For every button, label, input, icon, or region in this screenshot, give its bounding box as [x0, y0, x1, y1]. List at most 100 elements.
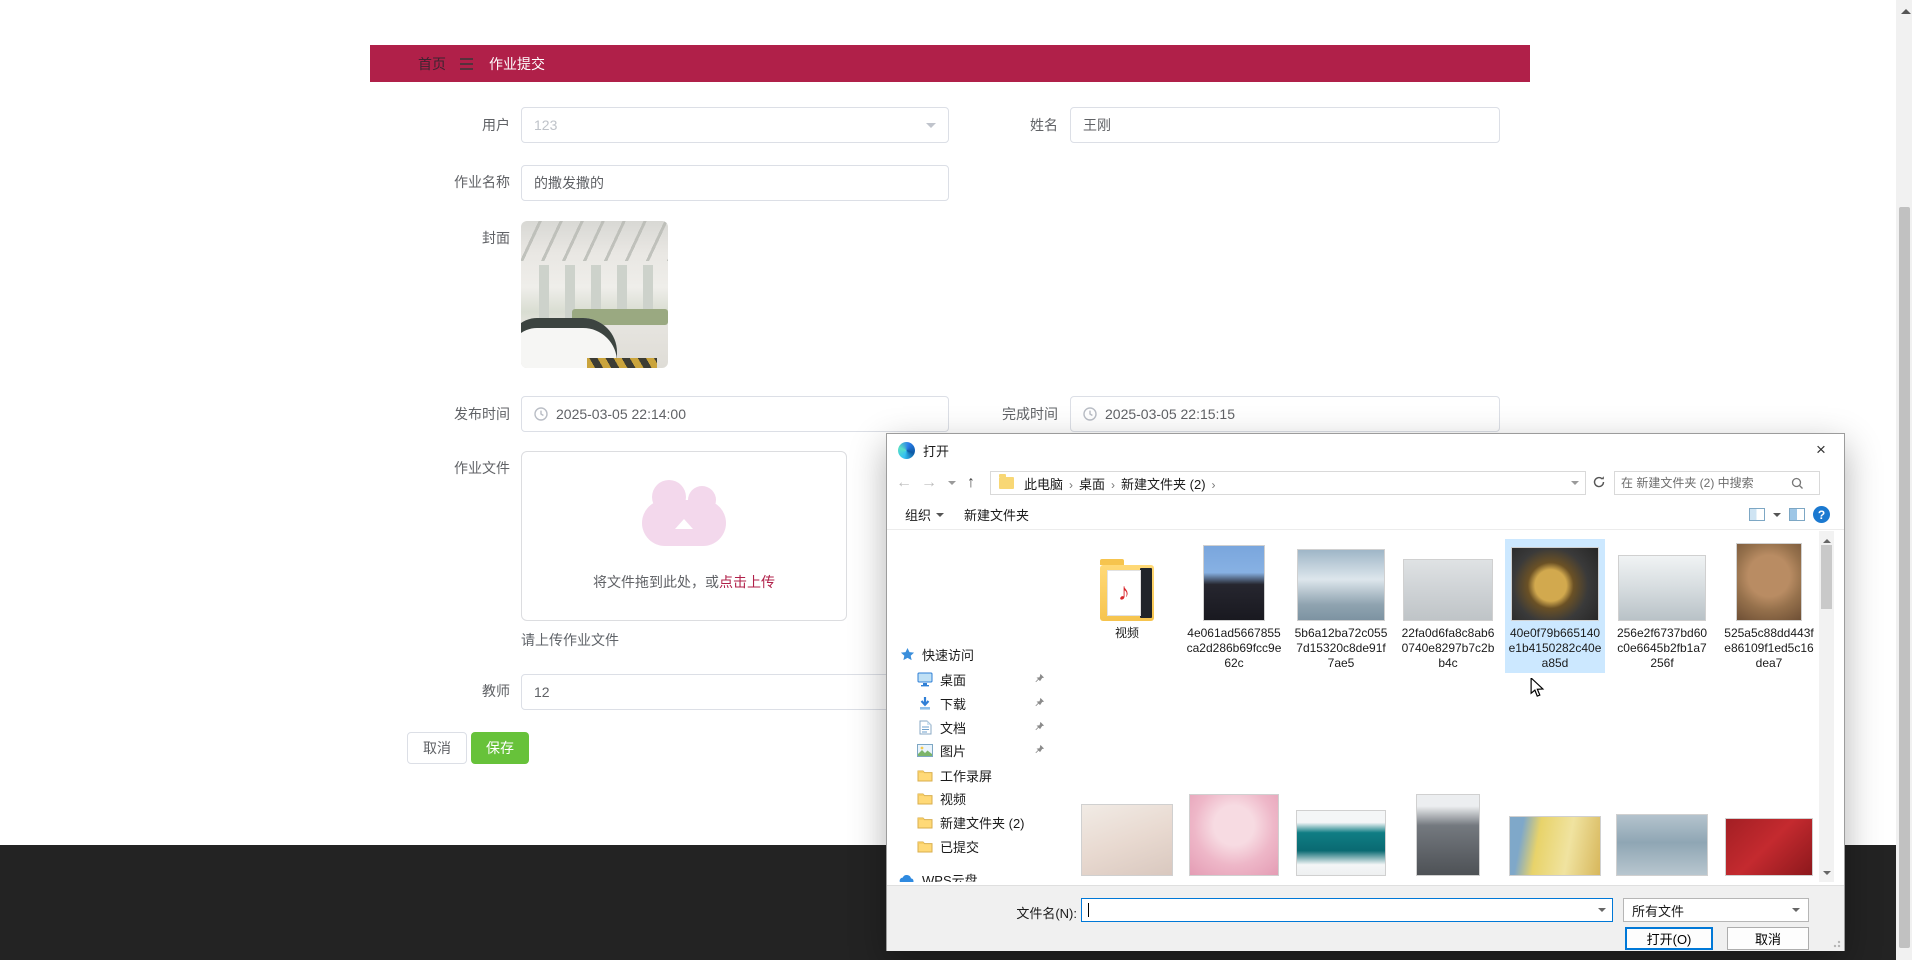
sidebar-item[interactable]: 图片 [887, 739, 1057, 761]
file-name: 04384e379852e284219483df61e85d0c [1507, 881, 1603, 882]
dialog-scrollbar-thumb[interactable] [1821, 545, 1832, 609]
filename-input[interactable] [1081, 898, 1613, 922]
text-caret [1088, 903, 1089, 917]
upload-dropzone[interactable]: 将文件拖到此处，或点击上传 [521, 451, 847, 621]
save-button[interactable]: 保存 [471, 732, 529, 764]
address-chevron-icon[interactable] [1571, 481, 1579, 489]
help-icon[interactable]: ? [1813, 506, 1830, 523]
title-input[interactable]: 的撒发撒的 [521, 165, 949, 201]
view-mode-icon[interactable] [1749, 508, 1765, 521]
sidebar-item-label: 文档 [940, 720, 967, 736]
title-input-value: 的撒发撒的 [534, 175, 604, 191]
file-name: 4e061ad5667855ca2d286b69fcc9e62c [1186, 626, 1282, 670]
sidebar-item-label: 视频 [940, 791, 967, 807]
sidebar-item[interactable]: 工作录屏 [887, 764, 1057, 786]
file-name: 525a5c88dd443fe86109f1ed5c16dea7 [1724, 626, 1814, 670]
sidebar-item-icon [917, 814, 933, 830]
sidebar-item[interactable]: 下载 [887, 692, 1057, 714]
click-upload-link[interactable]: 点击上传 [719, 574, 775, 590]
publish-time-input[interactable]: 2025-03-05 22:14:00 [521, 396, 949, 432]
sidebar-item[interactable]: 快速访问 [887, 643, 1057, 665]
dialog-scroll-down-icon[interactable] [1823, 871, 1831, 879]
up-icon[interactable]: ↑ [958, 474, 984, 492]
sidebar-item-label: WPS云盘 [922, 872, 978, 883]
open-file-dialog: 打开 × ← → ↑ 此电脑 › 桌面 › 新建文件夹 (2) › 在 新建文件… [886, 433, 1845, 951]
back-icon[interactable]: ← [887, 474, 921, 492]
name-label: 姓名 [1030, 117, 1058, 133]
sidebar-item-label: 图片 [940, 743, 967, 759]
organize-button[interactable]: 组织 [895, 505, 954, 524]
address-crumb[interactable]: 此电脑 [1020, 477, 1067, 492]
file-name: 256e2f6737bd60c0e6645b2fb1a7256f [1616, 626, 1708, 670]
sidebar-item[interactable]: 文档 [887, 716, 1057, 738]
new-folder-button[interactable]: 新建文件夹 [954, 505, 1039, 524]
teacher-input[interactable]: 12 [521, 674, 949, 710]
search-box[interactable] [1614, 471, 1820, 495]
crumb-separator-icon[interactable]: › [1210, 478, 1218, 492]
browser-scrollbar-thumb[interactable] [1899, 207, 1910, 948]
resize-grip[interactable] [1833, 940, 1841, 948]
file-item[interactable]: 04384e379852e284219483df61e85d0c [1505, 794, 1605, 882]
file-item[interactable]: 962bd40735fae6cd7b89c6fd7de6182442a7d833… [1398, 794, 1498, 882]
finish-time-value: 2025-03-05 22:15:15 [1105, 406, 1235, 422]
dialog-scroll-up-icon[interactable] [1823, 535, 1831, 543]
history-chevron-icon[interactable] [948, 481, 956, 489]
file-name: 962bd40735fae6cd7b89c6fd7de6182442a7d833… [1400, 881, 1496, 882]
file-item[interactable]: 256e2f6737bd60c0e6645b2fb1a7256f [1612, 539, 1712, 673]
file-item[interactable]: 821c356c0f91873f997cae40c34005b9 [1291, 794, 1391, 882]
sidebar-item[interactable]: WPS云盘 [887, 868, 1057, 882]
file-item[interactable]: 37390ae031c086f560028db4cce73e88 [1612, 794, 1712, 882]
sidebar-item[interactable]: 桌面 [887, 668, 1057, 690]
refresh-icon[interactable] [1592, 475, 1606, 492]
sidebar-item-label: 快速访问 [922, 647, 975, 663]
file-item[interactable]: 525a5c88dd443fe86109f1ed5c16dea7 [1719, 539, 1819, 673]
chevron-down-icon [1792, 908, 1800, 916]
file-thumbnail [1296, 810, 1386, 876]
file-item[interactable]: 22fa0d6fa8c8ab60740e8297b7c2bb4c [1398, 539, 1498, 673]
file-item[interactable]: 562b1b4f712347eb3974c5b43d55341a [1077, 794, 1177, 882]
scrollbar-up-arrow[interactable] [1901, 4, 1911, 14]
user-select[interactable]: 123 [521, 107, 949, 143]
publish-time-value: 2025-03-05 22:14:00 [556, 406, 686, 422]
address-crumb[interactable]: 桌面 [1075, 477, 1109, 492]
dialog-toolbar: 组织 新建文件夹 ? [887, 500, 1844, 530]
file-thumbnail [1203, 545, 1265, 621]
cover-image[interactable] [521, 221, 668, 368]
sidebar-item-label: 新建文件夹 (2) [940, 815, 1025, 831]
file-item[interactable]: 5b6a12ba72c0557d15320c8de91f7ae5 [1291, 539, 1391, 673]
preview-pane-icon[interactable] [1789, 508, 1805, 521]
screen: 首页 作业提交 用户 123 姓名 王刚 作业名称 的撒发撒的 封面 发布时间 … [0, 0, 1912, 960]
upload-cloud-icon [642, 480, 726, 546]
file-item[interactable]: 741D1A86B601825F7B39DE8EF0E2346F [1184, 794, 1284, 882]
sidebar-item[interactable]: 已提交 [887, 835, 1057, 857]
open-button[interactable]: 打开(O) [1625, 927, 1713, 950]
crumb-separator-icon[interactable]: › [1067, 478, 1075, 492]
filetype-select[interactable]: 所有文件 [1623, 898, 1809, 922]
crumb-separator-icon[interactable]: › [1109, 478, 1117, 492]
file-item[interactable]: 4e061ad5667855ca2d286b69fcc9e62c [1184, 539, 1284, 673]
filename-chevron-icon[interactable] [1598, 908, 1606, 916]
sidebar-item-icon [917, 790, 933, 806]
forward-icon[interactable]: → [921, 474, 946, 492]
breadcrumb-home[interactable]: 首页 [418, 54, 446, 74]
folder-icon [999, 474, 1014, 489]
dialog-cancel-button[interactable]: 取消 [1727, 927, 1809, 950]
sidebar-item[interactable]: 视频 [887, 787, 1057, 809]
cancel-button[interactable]: 取消 [407, 732, 467, 764]
file-thumbnail [1189, 794, 1279, 876]
file-item[interactable]: 40e0f79b665140e1b4150282c40ea85d [1505, 539, 1605, 673]
sidebar-item[interactable]: 新建文件夹 (2) [887, 811, 1057, 833]
close-icon[interactable]: × [1798, 434, 1844, 466]
search-input[interactable] [1621, 476, 1791, 490]
file-thumbnail [1511, 547, 1599, 621]
address-bar[interactable]: 此电脑 › 桌面 › 新建文件夹 (2) › [990, 471, 1586, 495]
dialog-titlebar[interactable]: 打开 [887, 434, 1844, 466]
view-mode-chevron-icon[interactable] [1773, 512, 1781, 521]
file-item[interactable]: ♪ 视频 [1077, 539, 1177, 673]
name-input[interactable]: 王刚 [1070, 107, 1500, 143]
address-crumb[interactable]: 新建文件夹 (2) [1117, 477, 1210, 492]
cover-image-detail [587, 358, 657, 368]
homework-file-label: 作业文件 [454, 460, 510, 476]
file-item[interactable]: 454316e75233fb6992490290bc3b563f [1719, 794, 1819, 882]
finish-time-input[interactable]: 2025-03-05 22:15:15 [1070, 396, 1500, 432]
